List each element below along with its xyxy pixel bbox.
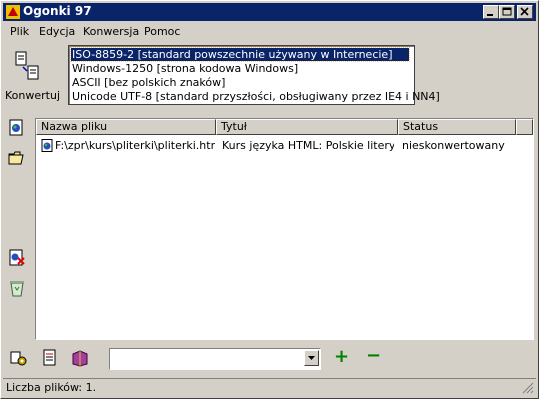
remove-file-icon (9, 249, 25, 266)
notepad-icon (43, 349, 56, 366)
encoding-option[interactable]: Windows-1250 [strona kodowa Windows] (71, 62, 298, 75)
convert-label: Konwertuj (5, 89, 60, 102)
column-header-title[interactable]: Tytuł (216, 119, 398, 135)
open-folder-button[interactable] (8, 149, 26, 167)
resize-grip-icon[interactable] (522, 382, 534, 394)
status-text: Liczba plików: 1. (6, 381, 97, 394)
close-icon (520, 7, 529, 16)
chevron-down-icon (308, 356, 315, 360)
add-file-button[interactable] (8, 119, 26, 137)
recycle-bin-icon (10, 281, 24, 297)
remove-button[interactable]: − (366, 345, 381, 366)
settings-icon (10, 351, 27, 366)
add-button[interactable]: + (334, 346, 349, 367)
convert-icon (15, 51, 39, 80)
open-folder-icon (8, 151, 24, 165)
cell-filename: F:\zpr\kurs\pliterki\pliterki.htm (55, 139, 215, 152)
window-title: Ogonki 97 (23, 4, 92, 18)
combo-dropdown-button[interactable] (304, 350, 319, 366)
notepad-button[interactable] (41, 349, 59, 367)
help-book-icon (72, 350, 88, 367)
minimize-button[interactable] (483, 5, 499, 19)
app-icon (6, 5, 20, 19)
status-bar: Liczba plików: 1. (3, 378, 536, 396)
minimize-icon (487, 14, 493, 16)
encoding-option[interactable]: ASCII [bez polskich znaków] (71, 76, 225, 89)
menu-bar: Plik Edycja Konwersja Pomoc (3, 22, 536, 41)
encoding-option[interactable]: ISO-8859-2 [standard powszechnie używany… (70, 47, 410, 62)
recycle-bin-button[interactable] (8, 279, 26, 297)
html-file-icon (41, 139, 53, 152)
convert-button[interactable]: Konwertuj (5, 49, 65, 105)
help-book-button[interactable] (71, 349, 89, 367)
menu-konwersja[interactable]: Konwersja (83, 25, 139, 38)
menu-plik[interactable]: Plik (10, 25, 29, 38)
encoding-option[interactable]: Unicode UTF-8 [standard przyszłości, obs… (71, 90, 440, 103)
settings-button[interactable] (10, 349, 28, 367)
menu-edycja[interactable]: Edycja (39, 25, 75, 38)
cell-title: Kurs języka HTML: Polskie litery i... (222, 139, 394, 152)
html-file-icon (9, 119, 23, 136)
column-header-status[interactable]: Status (398, 119, 516, 135)
column-header-filename[interactable]: Nazwa pliku (36, 119, 216, 135)
cell-status: nieskonwertowany (402, 139, 505, 152)
remove-file-button[interactable] (8, 249, 26, 267)
file-combo[interactable] (109, 348, 321, 370)
application-window: Ogonki 97 Plik Edycja Konwersja Pomoc Ko… (0, 0, 539, 399)
encoding-list[interactable]: ISO-8859-2 [standard powszechnie używany… (68, 45, 440, 105)
file-table: Nazwa pliku Tytuł Status F:\zpr\kurs\pli… (35, 118, 534, 340)
column-header-filler (516, 119, 533, 135)
maximize-button[interactable] (499, 5, 515, 19)
menu-pomoc[interactable]: Pomoc (144, 25, 180, 38)
close-button[interactable] (517, 5, 533, 19)
title-bar: Ogonki 97 (3, 3, 536, 21)
maximize-icon (502, 7, 512, 16)
